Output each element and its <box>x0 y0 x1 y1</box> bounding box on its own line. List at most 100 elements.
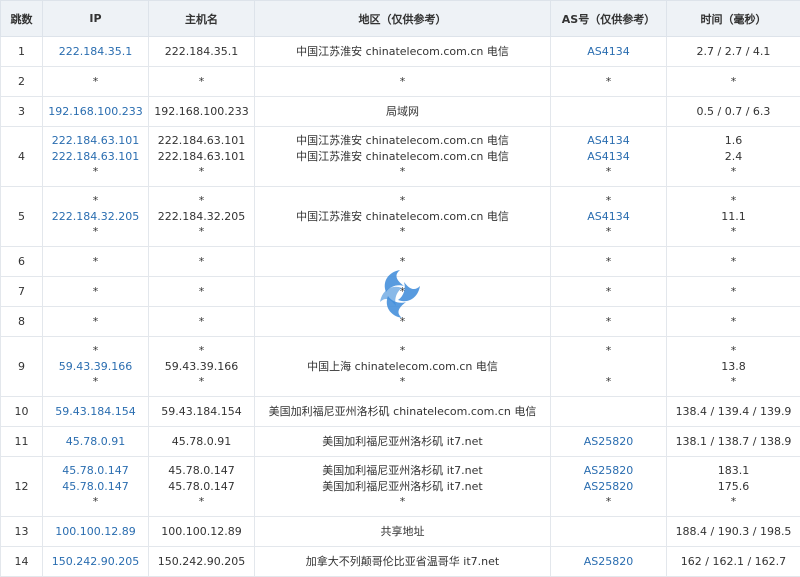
as-text: * <box>553 164 664 180</box>
hop-cell: 9 <box>1 337 43 397</box>
host-text: 222.184.32.205 <box>151 209 252 225</box>
as-link[interactable]: AS25820 <box>553 463 664 479</box>
as-text: * <box>553 74 664 90</box>
ip-link[interactable]: 192.168.100.233 <box>45 104 146 120</box>
time-text: 188.4 / 190.3 / 198.5 <box>669 524 798 540</box>
as-link[interactable]: AS25820 <box>553 434 664 450</box>
hop-cell: 11 <box>1 427 43 457</box>
region-text: 中国江苏淮安 chinatelecom.com.cn 电信 <box>257 149 548 165</box>
host-text: * <box>151 74 252 90</box>
region-text: 局域网 <box>257 104 548 120</box>
ip-link[interactable]: 222.184.35.1 <box>45 44 146 60</box>
ip-cell: * <box>43 67 149 97</box>
ip-link[interactable]: 222.184.63.101 <box>45 133 146 149</box>
as-link[interactable]: AS4134 <box>553 133 664 149</box>
host-cell: 59.43.184.154 <box>149 397 255 427</box>
ip-cell: *59.43.39.166* <box>43 337 149 397</box>
as-cell: AS25820 <box>551 427 667 457</box>
table-body: 1222.184.35.1222.184.35.1中国江苏淮安 chinatel… <box>1 37 800 577</box>
region-text: * <box>257 74 548 90</box>
region-text: 美国加利福尼亚州洛杉矶 it7.net <box>257 463 548 479</box>
table-row: 1245.78.0.14745.78.0.147*45.78.0.14745.7… <box>1 457 800 517</box>
as-cell: AS25820 <box>551 547 667 577</box>
as-cell: AS4134AS4134* <box>551 127 667 187</box>
as-text <box>553 524 664 540</box>
time-text: 175.6 <box>669 479 798 495</box>
as-cell <box>551 517 667 547</box>
time-text: 138.4 / 139.4 / 139.9 <box>669 404 798 420</box>
table-row: 7***** <box>1 277 800 307</box>
hop-cell: 14 <box>1 547 43 577</box>
ip-link[interactable]: 100.100.12.89 <box>45 524 146 540</box>
ip-cell: 222.184.63.101222.184.63.101* <box>43 127 149 187</box>
ip-cell: * <box>43 307 149 337</box>
host-text: 192.168.100.233 <box>151 104 252 120</box>
time-text: 11.1 <box>669 209 798 225</box>
time-text: 2.4 <box>669 149 798 165</box>
ip-text: * <box>45 494 146 510</box>
ip-link[interactable]: 45.78.0.91 <box>45 434 146 450</box>
region-cell: 共享地址 <box>255 517 551 547</box>
traceroute-table: 跳数 IP 主机名 地区（仅供参考） AS号（仅供参考） 时间（毫秒） 1222… <box>0 0 800 577</box>
as-link[interactable]: AS25820 <box>553 479 664 495</box>
hop-cell: 7 <box>1 277 43 307</box>
as-cell: * <box>551 307 667 337</box>
time-cell: * <box>667 277 800 307</box>
time-text: * <box>669 374 798 390</box>
region-text: 加拿大不列颠哥伦比亚省温哥华 it7.net <box>257 554 548 570</box>
region-text: * <box>257 224 548 240</box>
ip-link[interactable]: 150.242.90.205 <box>45 554 146 570</box>
host-cell: * <box>149 67 255 97</box>
as-cell <box>551 97 667 127</box>
table-header-row: 跳数 IP 主机名 地区（仅供参考） AS号（仅供参考） 时间（毫秒） <box>1 1 800 37</box>
time-cell: 188.4 / 190.3 / 198.5 <box>667 517 800 547</box>
region-text: * <box>257 374 548 390</box>
ip-link[interactable]: 222.184.63.101 <box>45 149 146 165</box>
host-text: 45.78.0.91 <box>151 434 252 450</box>
host-text: 59.43.184.154 <box>151 404 252 420</box>
time-cell: * <box>667 67 800 97</box>
region-cell: 美国加利福尼亚州洛杉矶 chinatelecom.com.cn 电信 <box>255 397 551 427</box>
host-cell: 45.78.0.91 <box>149 427 255 457</box>
region-text: 共享地址 <box>257 524 548 540</box>
region-text: * <box>257 193 548 209</box>
region-text: 中国江苏淮安 chinatelecom.com.cn 电信 <box>257 133 548 149</box>
time-text: * <box>669 74 798 90</box>
table-row: 3192.168.100.233192.168.100.233局域网 0.5 /… <box>1 97 800 127</box>
hop-cell: 6 <box>1 247 43 277</box>
as-text: * <box>553 343 664 359</box>
as-link[interactable]: AS4134 <box>553 209 664 225</box>
ip-link[interactable]: 59.43.184.154 <box>45 404 146 420</box>
region-text: 美国加利福尼亚州洛杉矶 chinatelecom.com.cn 电信 <box>257 404 548 420</box>
host-cell: *59.43.39.166* <box>149 337 255 397</box>
as-link[interactable]: AS4134 <box>553 44 664 60</box>
as-text: * <box>553 224 664 240</box>
ip-link[interactable]: 45.78.0.147 <box>45 463 146 479</box>
as-cell: AS25820AS25820* <box>551 457 667 517</box>
region-cell: 中国江苏淮安 chinatelecom.com.cn 电信中国江苏淮安 chin… <box>255 127 551 187</box>
ip-text: * <box>45 193 146 209</box>
time-text: * <box>669 314 798 330</box>
table-row: 1059.43.184.15459.43.184.154美国加利福尼亚州洛杉矶 … <box>1 397 800 427</box>
ip-cell: 192.168.100.233 <box>43 97 149 127</box>
region-text: * <box>257 284 548 300</box>
header-as: AS号（仅供参考） <box>551 1 667 37</box>
region-cell: 加拿大不列颠哥伦比亚省温哥华 it7.net <box>255 547 551 577</box>
ip-link[interactable]: 45.78.0.147 <box>45 479 146 495</box>
ip-text: * <box>45 164 146 180</box>
region-cell: * <box>255 247 551 277</box>
as-text: * <box>553 193 664 209</box>
region-cell: 中国江苏淮安 chinatelecom.com.cn 电信 <box>255 37 551 67</box>
time-cell: 138.1 / 138.7 / 138.9 <box>667 427 800 457</box>
region-text: * <box>257 343 548 359</box>
host-cell: *222.184.32.205* <box>149 187 255 247</box>
ip-cell: 222.184.35.1 <box>43 37 149 67</box>
table-row: 1145.78.0.9145.78.0.91美国加利福尼亚州洛杉矶 it7.ne… <box>1 427 800 457</box>
ip-link[interactable]: 59.43.39.166 <box>45 359 146 375</box>
as-link[interactable]: AS25820 <box>553 554 664 570</box>
as-cell <box>551 397 667 427</box>
ip-cell: * <box>43 247 149 277</box>
ip-link[interactable]: 222.184.32.205 <box>45 209 146 225</box>
as-link[interactable]: AS4134 <box>553 149 664 165</box>
time-cell: * <box>667 247 800 277</box>
